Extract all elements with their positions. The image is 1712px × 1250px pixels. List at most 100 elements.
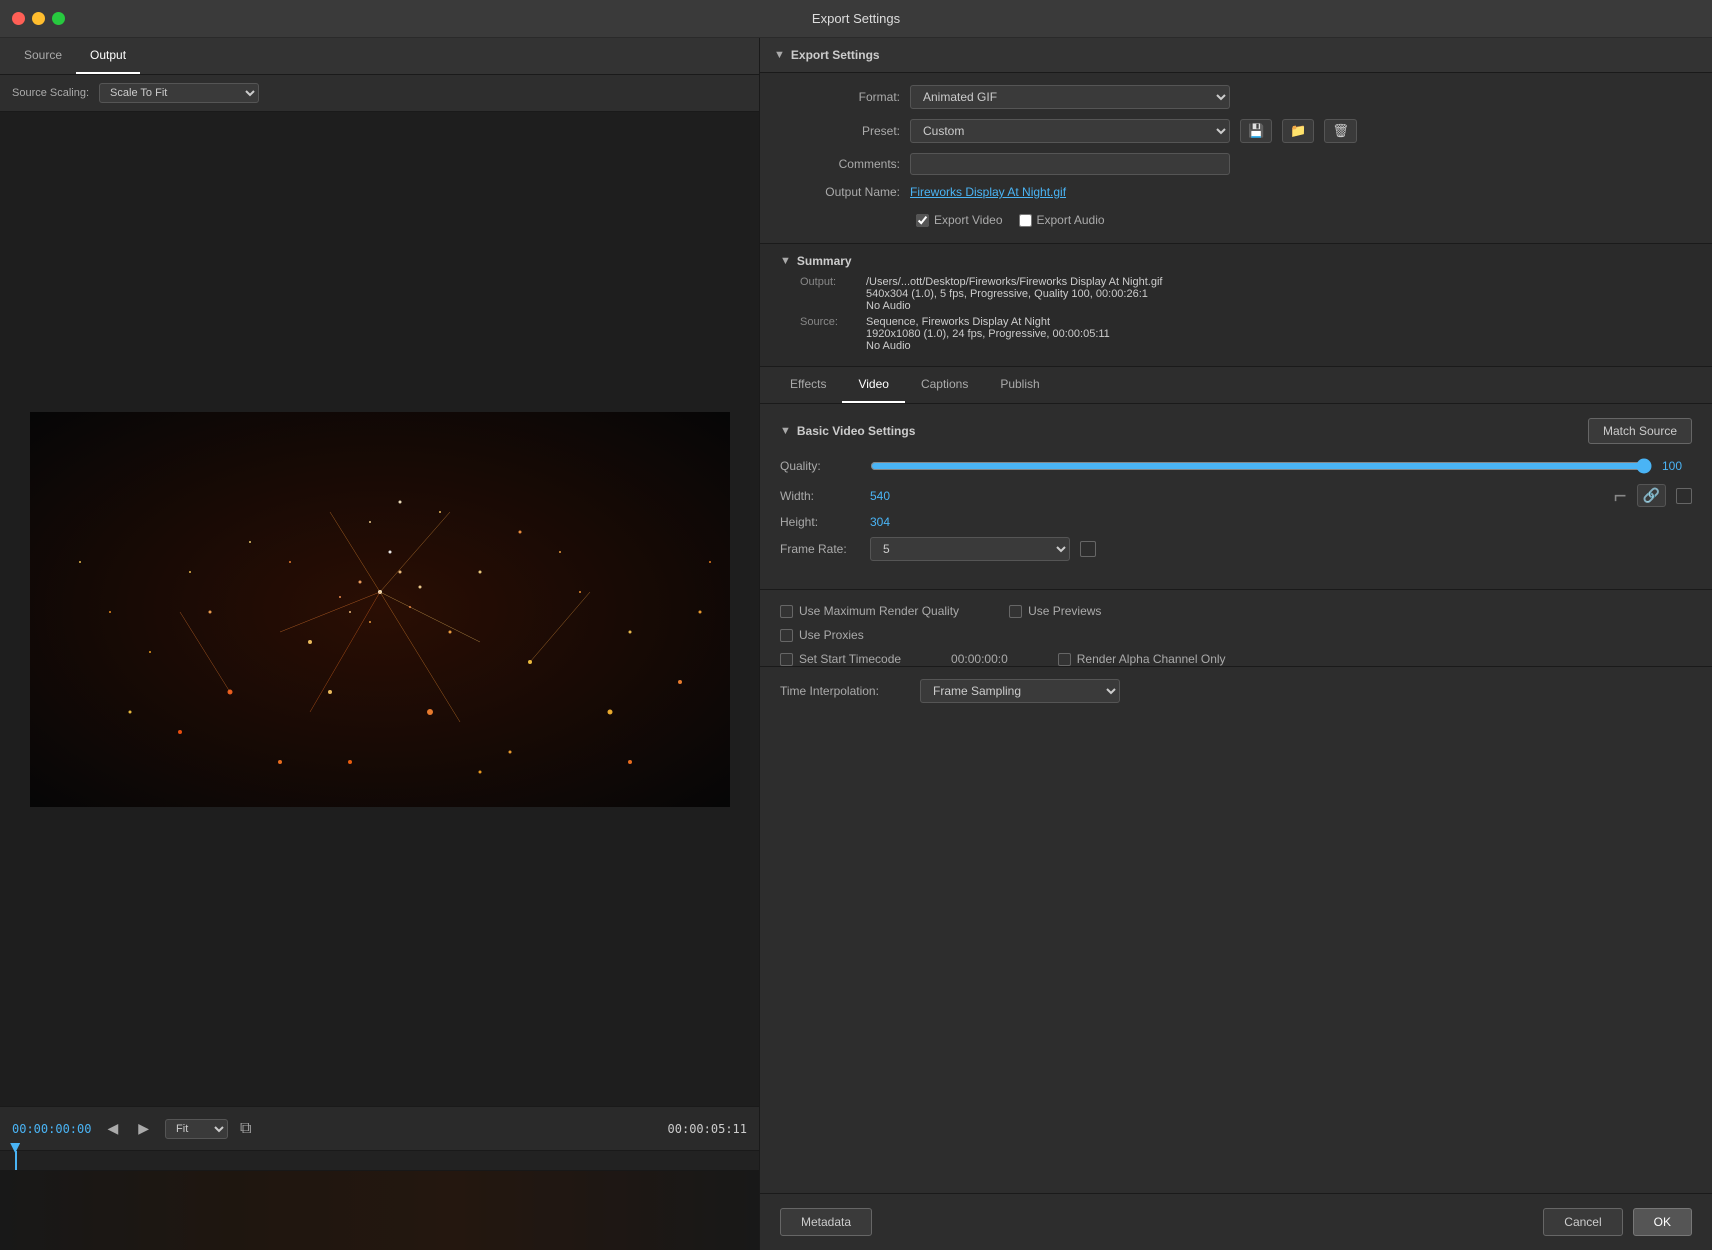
clip-icon[interactable]: ⧉ bbox=[240, 1120, 251, 1138]
cancel-button[interactable]: Cancel bbox=[1543, 1208, 1622, 1236]
fit-select[interactable]: Fit 100% 50% bbox=[165, 1119, 228, 1139]
transport-bar: 00:00:00:00 ◀ ▶ Fit 100% 50% ⧉ 00:00:05:… bbox=[0, 1106, 759, 1150]
delete-preset-button[interactable]: 🗑 bbox=[1324, 119, 1357, 143]
aspect-ratio-box[interactable] bbox=[1676, 488, 1692, 504]
summary-output-label: Output: bbox=[800, 276, 860, 312]
summary-output-val3: No Audio bbox=[866, 300, 1162, 312]
ok-button[interactable]: OK bbox=[1633, 1208, 1692, 1236]
summary-collapse-icon[interactable]: ▼ bbox=[780, 255, 791, 267]
summary-source-val2: 1920x1080 (1.0), 24 fps, Progressive, 00… bbox=[866, 328, 1110, 340]
export-settings-title: Export Settings bbox=[791, 48, 880, 62]
set-start-timecode-label: Set Start Timecode bbox=[799, 652, 901, 666]
video-tabs: Effects Video Captions Publish bbox=[760, 367, 1712, 404]
collapse-arrow-icon[interactable]: ▼ bbox=[774, 49, 785, 61]
close-button[interactable] bbox=[12, 12, 25, 25]
time-interp-label: Time Interpolation: bbox=[780, 684, 910, 698]
save-preset-button[interactable]: 💾 bbox=[1240, 119, 1272, 143]
use-proxies-box[interactable] bbox=[780, 629, 793, 642]
source-scaling-label: Source Scaling: bbox=[12, 87, 89, 99]
use-previews-label: Use Previews bbox=[1028, 604, 1101, 618]
left-panel: Source Output Source Scaling: Scale To F… bbox=[0, 38, 760, 1250]
preset-select[interactable]: Custom bbox=[910, 119, 1230, 143]
comments-input[interactable] bbox=[910, 153, 1230, 175]
summary-content: Output: /Users/...ott/Desktop/Fireworks/… bbox=[780, 276, 1692, 352]
render-alpha-check[interactable]: Render Alpha Channel Only bbox=[1058, 652, 1226, 666]
section-header-left: ▼ Basic Video Settings bbox=[780, 424, 915, 438]
import-preset-button[interactable]: 📁 bbox=[1282, 119, 1314, 143]
match-source-button[interactable]: Match Source bbox=[1588, 418, 1692, 444]
export-audio-checkbox[interactable]: Export Audio bbox=[1019, 213, 1105, 227]
tab-output[interactable]: Output bbox=[76, 38, 140, 74]
timeline-bar[interactable] bbox=[0, 1150, 759, 1170]
export-video-input[interactable] bbox=[916, 214, 929, 227]
playhead bbox=[15, 1151, 17, 1170]
use-proxies-check[interactable]: Use Proxies bbox=[780, 628, 864, 642]
right-bottom-buttons: Cancel OK bbox=[1543, 1208, 1692, 1236]
metadata-button[interactable]: Metadata bbox=[780, 1208, 872, 1236]
output-name-row: Output Name: Fireworks Display At Night.… bbox=[780, 185, 1692, 199]
export-settings-header: ▼ Export Settings bbox=[760, 38, 1712, 73]
minimize-button[interactable] bbox=[32, 12, 45, 25]
play-button[interactable]: ▶ bbox=[134, 1118, 153, 1139]
tab-captions[interactable]: Captions bbox=[905, 367, 984, 403]
render-alpha-box[interactable] bbox=[1058, 653, 1071, 666]
tab-video[interactable]: Video bbox=[842, 367, 904, 403]
render-options: Use Maximum Render Quality Use Previews … bbox=[760, 589, 1712, 666]
start-timecode: 00:00:00:00 bbox=[12, 1122, 91, 1136]
export-audio-input[interactable] bbox=[1019, 214, 1032, 227]
source-scaling-select[interactable]: Scale To Fit Scale To Fill Stretch To Fi… bbox=[99, 83, 259, 103]
format-select[interactable]: Animated GIF H.264 H.265 bbox=[910, 85, 1230, 109]
window-controls[interactable] bbox=[12, 12, 65, 25]
use-max-render-label: Use Maximum Render Quality bbox=[799, 604, 959, 618]
height-value[interactable]: 304 bbox=[870, 515, 890, 529]
start-timecode-value: 00:00:00:0 bbox=[951, 652, 1008, 666]
summary-header: ▼ Summary bbox=[780, 254, 1692, 268]
video-settings: ▼ Basic Video Settings Match Source Qual… bbox=[760, 404, 1712, 589]
output-name-link[interactable]: Fireworks Display At Night.gif bbox=[910, 185, 1066, 199]
frame-rate-select[interactable]: 5 10 15 24 30 bbox=[870, 537, 1070, 561]
summary-source-row: Source: Sequence, Fireworks Display At N… bbox=[800, 316, 1692, 352]
frame-rate-lock-box[interactable] bbox=[1080, 541, 1096, 557]
comments-row: Comments: bbox=[780, 153, 1692, 175]
summary-output-val2: 540x304 (1.0), 5 fps, Progressive, Quali… bbox=[866, 288, 1162, 300]
set-start-timecode-check[interactable]: Set Start Timecode bbox=[780, 652, 901, 666]
summary-source-vals: Sequence, Fireworks Display At Night 192… bbox=[866, 316, 1110, 352]
export-options-row: Export Video Export Audio bbox=[780, 209, 1692, 231]
time-interp-select[interactable]: Frame Sampling Frame Blending Optical Fl… bbox=[920, 679, 1120, 703]
use-previews-box[interactable] bbox=[1009, 605, 1022, 618]
use-max-render-box[interactable] bbox=[780, 605, 793, 618]
checks-row-1: Use Maximum Render Quality Use Previews bbox=[780, 604, 1692, 618]
summary-output-val1: /Users/...ott/Desktop/Fireworks/Firework… bbox=[866, 276, 1162, 288]
quality-slider[interactable] bbox=[870, 458, 1652, 474]
bracket-icon: ⌐ bbox=[1614, 485, 1627, 507]
use-max-render-check[interactable]: Use Maximum Render Quality bbox=[780, 604, 959, 618]
summary-output-row: Output: /Users/...ott/Desktop/Fireworks/… bbox=[800, 276, 1692, 312]
set-start-timecode-box[interactable] bbox=[780, 653, 793, 666]
export-video-checkbox[interactable]: Export Video bbox=[916, 213, 1003, 227]
use-previews-check[interactable]: Use Previews bbox=[1009, 604, 1101, 618]
checks-row-2: Use Proxies bbox=[780, 628, 1692, 642]
output-name-label: Output Name: bbox=[780, 185, 900, 199]
video-collapse-icon[interactable]: ▼ bbox=[780, 425, 791, 437]
rewind-button[interactable]: ◀ bbox=[103, 1118, 122, 1139]
tab-source[interactable]: Source bbox=[10, 38, 76, 74]
quality-row: Quality: 100 bbox=[780, 458, 1692, 474]
comments-label: Comments: bbox=[780, 157, 900, 171]
export-audio-label: Export Audio bbox=[1037, 213, 1105, 227]
export-video-label: Export Video bbox=[934, 213, 1003, 227]
quality-label: Quality: bbox=[780, 459, 860, 473]
preview-image bbox=[30, 412, 730, 807]
checks-row-3: Set Start Timecode 00:00:00:0 Render Alp… bbox=[780, 652, 1692, 666]
tab-publish[interactable]: Publish bbox=[984, 367, 1055, 403]
left-tabs: Source Output bbox=[0, 38, 759, 75]
summary-source-label: Source: bbox=[800, 316, 860, 352]
maximize-button[interactable] bbox=[52, 12, 65, 25]
tab-effects[interactable]: Effects bbox=[774, 367, 842, 403]
use-proxies-label: Use Proxies bbox=[799, 628, 864, 642]
filmstrip bbox=[0, 1170, 759, 1250]
video-settings-header: ▼ Basic Video Settings Match Source bbox=[780, 418, 1692, 444]
render-alpha-label: Render Alpha Channel Only bbox=[1077, 652, 1226, 666]
link-icon[interactable]: 🔗 bbox=[1637, 484, 1666, 507]
width-value[interactable]: 540 bbox=[870, 489, 890, 503]
window-title: Export Settings bbox=[812, 11, 900, 26]
